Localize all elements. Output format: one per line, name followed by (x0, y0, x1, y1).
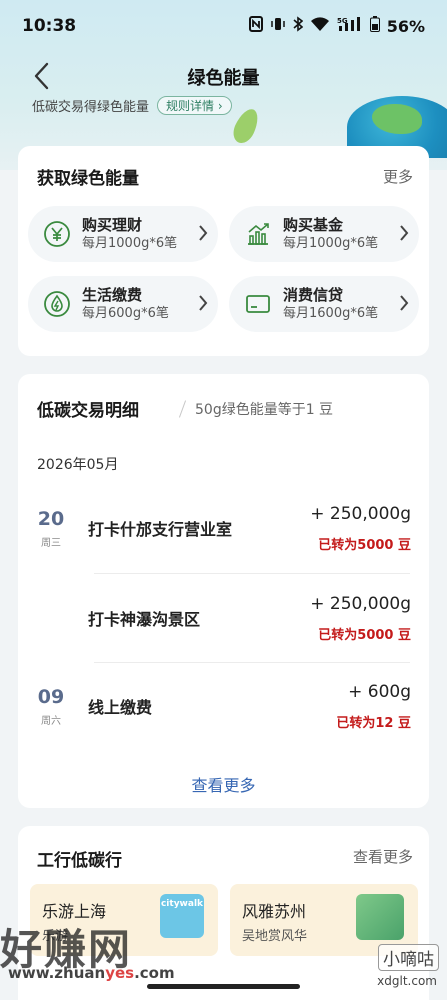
chevron-left-icon (34, 62, 49, 90)
txn-converted: 已转为5000 豆 (318, 538, 411, 553)
chevron-right-icon (399, 293, 409, 317)
growth-chart-icon (241, 217, 275, 251)
bluetooth-icon (293, 16, 303, 36)
home-indicator[interactable] (147, 984, 300, 989)
transactions-subtitle-wrap: 50g绿色能量等于1 豆 (178, 399, 334, 419)
tile-subtitle: 每月1000g*6笔 (283, 235, 379, 251)
divider-slash (178, 400, 187, 418)
row-divider (94, 573, 410, 574)
tile-title: 购买理财 (82, 215, 143, 234)
battery-icon (369, 16, 380, 36)
watermark-brand-2: 小嘀咕 (378, 944, 439, 971)
watermark-url: www.zhuanyes.com (8, 964, 175, 982)
tile-title: 消费信贷 (283, 285, 344, 304)
txn-name: 打卡神瀑沟景区 (88, 610, 201, 629)
banner-row: 低碳交易得绿色能量 规则详情 › (32, 96, 232, 115)
tile-subtitle: 每月1000g*6笔 (82, 235, 178, 251)
suzhou-map-image (356, 894, 404, 940)
txn-name: 线上缴费 (88, 698, 153, 717)
page-title: 绿色能量 (187, 68, 260, 89)
nfc-icon (248, 16, 263, 36)
see-more-button[interactable]: 查看更多 (18, 772, 429, 796)
txn-day: 09 (37, 686, 65, 708)
low-carbon-title: 工行低碳行 (37, 851, 122, 871)
txn-converted: 已转为12 豆 (336, 716, 411, 731)
tile-subtitle: 每月600g*6笔 (82, 305, 169, 321)
chevron-right-icon (198, 293, 208, 317)
earn-card-title: 获取绿色能量 (37, 169, 139, 189)
credit-card-icon (241, 287, 275, 321)
txn-weekday: 周三 (41, 538, 61, 549)
transactions-subtitle: 50g绿色能量等于1 豆 (195, 402, 334, 418)
txn-weekday: 周六 (41, 716, 61, 727)
earn-energy-card: 获取绿色能量 更多 购买理财 每月1000g*6笔 购买基金 每月1000g*6… (18, 146, 429, 356)
txn-amount: + 600g (348, 682, 411, 702)
transaction-row[interactable]: 20 周三 打卡什邡支行营业室 + 250,000g 已转为5000 豆 (18, 492, 429, 572)
tile-buy-fund[interactable]: 购买基金 每月1000g*6笔 (229, 206, 419, 262)
tile-buy-wealth[interactable]: 购买理财 每月1000g*6笔 (28, 206, 218, 262)
tile-title: 生活缴费 (82, 285, 143, 304)
txn-amount: + 250,000g (310, 504, 411, 524)
tile-consumer-credit[interactable]: 消费信贷 每月1600g*6笔 (229, 276, 419, 332)
txn-amount: + 250,000g (310, 594, 411, 614)
rules-link[interactable]: 规则详情 › (157, 96, 232, 115)
promo-subtitle: 吴地赏风华 (242, 929, 308, 944)
earn-more-link[interactable]: 更多 (383, 166, 413, 187)
vibrate-icon (270, 16, 286, 36)
banner-text: 低碳交易得绿色能量 (32, 100, 150, 115)
watermark-url-2: xdglt.com (377, 974, 437, 988)
row-divider (94, 662, 410, 663)
promo-title: 风雅苏州 (242, 902, 307, 921)
transactions-card: 低碳交易明细 50g绿色能量等于1 豆 2026年05月 20 周三 打卡什邡支… (18, 374, 429, 808)
yen-circle-icon (40, 217, 74, 251)
chevron-right-icon (399, 223, 409, 247)
cellular-icon: 5G (337, 16, 363, 36)
tile-subtitle: 每月1600g*6笔 (283, 305, 379, 321)
month-label: 2026年05月 (37, 457, 119, 473)
chevron-right-icon (198, 223, 208, 247)
wifi-icon (310, 16, 330, 36)
nav-bar: 绿色能量 (0, 55, 447, 99)
utility-drop-icon (40, 287, 74, 321)
txn-name: 打卡什邡支行营业室 (88, 520, 233, 539)
low-carbon-more-link[interactable]: 查看更多 (353, 846, 413, 867)
status-time: 10:38 (22, 16, 77, 36)
transactions-title: 低碳交易明细 (37, 401, 139, 421)
status-bar: 10:38 5G 56% (0, 0, 447, 52)
txn-day: 20 (37, 508, 65, 530)
tile-utility-payment[interactable]: 生活缴费 每月600g*6笔 (28, 276, 218, 332)
transaction-row[interactable]: 打卡神瀑沟景区 + 250,000g 已转为5000 豆 (18, 582, 429, 662)
battery-percent: 56% (386, 16, 425, 36)
citywalk-badge: citywalk (160, 894, 204, 938)
back-button[interactable] (26, 61, 56, 91)
transaction-row[interactable]: 09 周六 线上缴费 + 600g 已转为12 豆 (18, 670, 429, 750)
status-icons: 5G 56% (248, 16, 425, 36)
txn-converted: 已转为5000 豆 (318, 628, 411, 643)
tile-title: 购买基金 (283, 215, 344, 234)
